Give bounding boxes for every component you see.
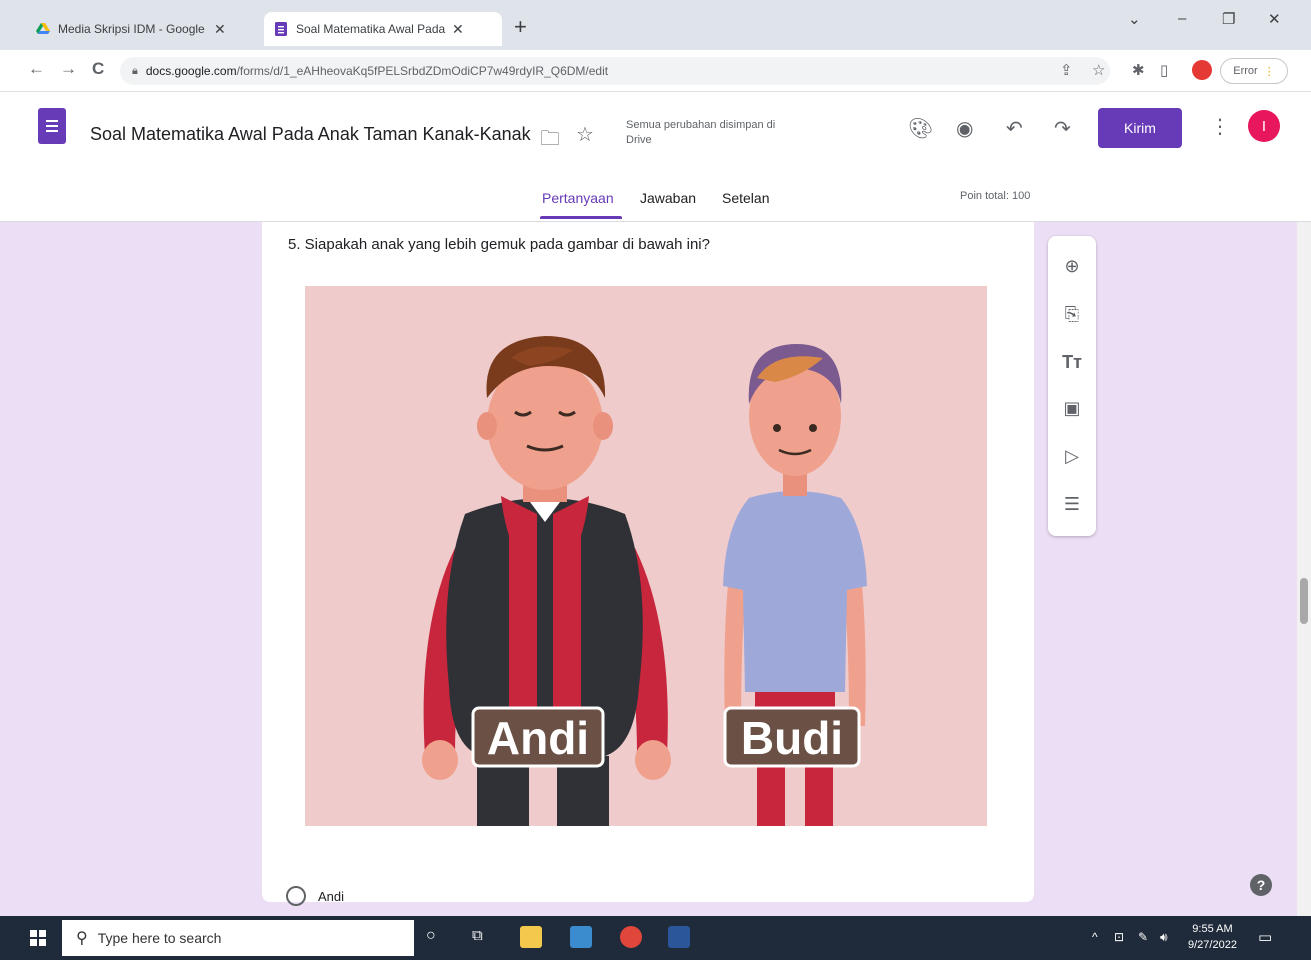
network-icon[interactable]: ⊡ [1114,930,1124,944]
search-icon: ⚲ [76,930,88,947]
question-text[interactable]: 5. Siapakah anak yang lebih gemuk pada g… [288,236,710,253]
forms-header: Soal Matematika Awal Pada Anak Taman Kan… [0,92,1311,222]
question-image[interactable]: Andi Budi [305,286,987,826]
address-bar[interactable]: 🔒︎ docs.google.com /forms/d/1_eAHheovaKq… [120,57,1110,85]
tab-pertanyaan[interactable]: Pertanyaan [542,190,614,206]
taskbar-clock[interactable]: 9:55 AM 9/27/2022 [1188,921,1237,953]
redo-icon[interactable]: ↷ [1054,116,1071,141]
new-tab-button[interactable]: + [514,14,527,40]
browser-toolbar: ← → C 🔒︎ docs.google.com /forms/d/1_eAHh… [0,50,1311,92]
star-icon[interactable]: ☆ [576,122,594,147]
store-icon[interactable] [570,926,592,948]
clock-date: 9/27/2022 [1188,939,1237,951]
undo-icon[interactable]: ↶ [1006,116,1023,141]
add-image-icon[interactable]: ▣ [1060,396,1084,420]
pen-icon[interactable]: ✎ [1138,930,1148,944]
google-forms-icon [275,22,287,36]
bookmark-star-icon[interactable]: ☆ [1092,61,1105,79]
option-row[interactable]: Andi [286,886,344,906]
share-icon[interactable]: ⇪ [1060,61,1073,79]
close-window-button[interactable]: ✕ [1268,10,1281,28]
extensions-icon[interactable]: ✱ [1132,61,1145,79]
profile-avatar[interactable] [1192,60,1212,80]
url-path: /forms/d/1_eAHheovaKq5fPELSrbdZDmOdiCP7w… [236,64,609,78]
back-button[interactable]: ← [28,59,45,79]
avatar[interactable]: I [1248,110,1280,142]
tab-title: Media Skripsi IDM - Google Drive [58,22,208,36]
notifications-icon[interactable]: ▭ [1258,928,1272,946]
save-status: Semua perubahan disimpan di Drive [626,119,776,146]
forms-logo-icon[interactable] [38,108,66,144]
search-placeholder: Type here to search [97,930,222,946]
browser-tab-drive[interactable]: Media Skripsi IDM - Google Drive ✕ [26,12,258,46]
taskbar-search-input[interactable]: ⚲ Type here to search [62,920,414,956]
task-view-icon[interactable]: ⧉ [472,927,483,944]
error-label: Error [1233,65,1258,77]
send-button[interactable]: Kirim [1098,108,1182,148]
more-vert-icon: ⋮ [1263,65,1275,78]
form-canvas: 5. Siapakah anak yang lebih gemuk pada g… [0,222,1297,916]
file-explorer-icon[interactable] [520,926,542,948]
budi-label: Budi [741,712,843,764]
clock-time: 9:55 AM [1192,923,1233,935]
add-title-icon[interactable]: Tт [1060,350,1084,374]
add-video-icon[interactable]: ▷ [1060,444,1084,468]
question-toolbar: ⊕ ⎘ Tт ▣ ▷ ☰ [1048,236,1096,536]
palette-icon[interactable]: 🎨︎ [908,116,933,141]
reload-button[interactable]: C [92,59,104,79]
forward-button[interactable]: → [60,59,77,79]
cortana-icon[interactable]: ○ [426,927,436,945]
form-title[interactable]: Soal Matematika Awal Pada Anak Taman Kan… [90,124,531,145]
url-host: docs.google.com [145,64,237,78]
volume-icon[interactable]: 🔊︎ [1160,930,1168,945]
lock-icon: 🔒︎ [132,64,138,77]
restore-button[interactable]: ❐ [1222,10,1235,28]
radio-button[interactable] [286,886,306,906]
windows-taskbar: ⚲ Type here to search ○ ⧉ ^ ⊡ ✎ 🔊︎ 9:55 … [0,916,1311,960]
scrollbar-thumb[interactable] [1300,578,1308,624]
chrome-icon[interactable] [620,926,642,948]
close-tab-icon[interactable]: ✕ [214,21,226,38]
question-card[interactable]: 5. Siapakah anak yang lebih gemuk pada g… [262,222,1034,906]
import-questions-icon[interactable]: ⎘ [1060,302,1084,326]
andi-label: Andi [487,712,589,764]
screen: Media Skripsi IDM - Google Drive ✕ Soal … [0,0,1311,960]
add-question-icon[interactable]: ⊕ [1060,254,1084,278]
tray-overflow-icon[interactable]: ^ [1092,930,1098,944]
more-options-icon[interactable]: ⋮ [1210,114,1230,139]
close-tab-icon[interactable]: ✕ [452,21,464,38]
side-panel-icon[interactable]: ▯ [1160,61,1168,79]
help-icon[interactable]: ? [1250,874,1272,896]
windows-start-icon[interactable] [30,930,46,946]
preview-eye-icon[interactable]: ◉ [956,116,973,141]
minimize-button[interactable]: – [1178,10,1186,27]
folder-icon[interactable]: 🗀︎ [540,124,560,158]
question-illustration: Andi Budi [422,336,867,826]
error-button[interactable]: Error ⋮ [1220,58,1288,84]
option-label: Andi [318,888,345,904]
browser-tab-strip: Media Skripsi IDM - Google Drive ✕ Soal … [0,0,1311,50]
add-section-icon[interactable]: ☰ [1060,492,1084,516]
word-icon[interactable] [668,926,690,948]
tab-title: Soal Matematika Awal Pada Anak [296,22,446,36]
active-tab-indicator [540,216,622,219]
total-points: Poin total: 100 [960,190,1031,202]
tab-setelan[interactable]: Setelan [722,190,769,206]
tab-search-icon[interactable]: ⌄ [1128,10,1141,28]
page-scrollbar[interactable] [1297,222,1311,916]
google-drive-icon [36,23,50,34]
browser-tab-forms[interactable]: Soal Matematika Awal Pada Anak ✕ [264,12,502,46]
tab-jawaban[interactable]: Jawaban [640,190,696,206]
